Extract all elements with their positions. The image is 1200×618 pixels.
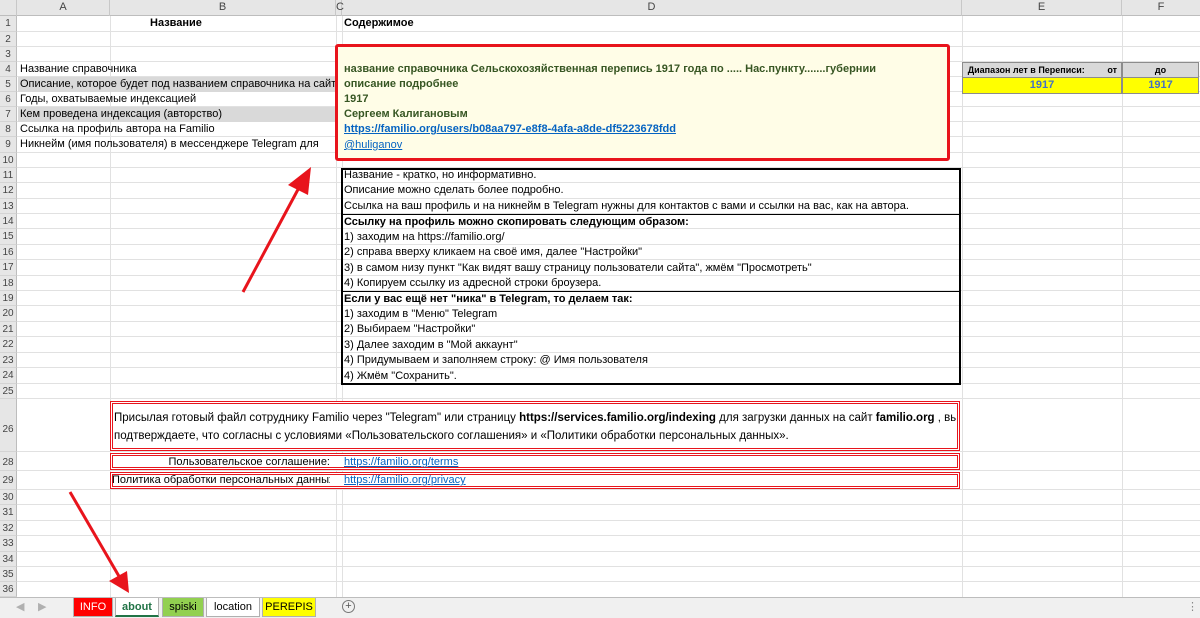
arrow-to-about-tab-icon <box>68 491 129 593</box>
sheet-tab-bar: ◀ ▶ INFO about spiski location PEREPIS +… <box>0 597 1200 618</box>
arrow-to-values-icon <box>241 167 311 293</box>
scroll-tabs-right-icon[interactable]: ▶ <box>38 600 46 613</box>
tab-info[interactable]: INFO <box>73 598 113 617</box>
annotation-arrows <box>68 167 311 593</box>
scroll-tabs-left-icon[interactable]: ◀ <box>16 600 24 613</box>
tab-about[interactable]: about <box>115 598 159 617</box>
tab-bar-menu-icon[interactable]: ⋮ <box>1187 600 1198 613</box>
tab-perepis[interactable]: PEREPIS <box>262 598 316 617</box>
tab-spiski[interactable]: spiski <box>162 598 204 617</box>
tab-location[interactable]: location <box>206 598 260 617</box>
add-sheet-icon[interactable]: + <box>342 600 355 613</box>
